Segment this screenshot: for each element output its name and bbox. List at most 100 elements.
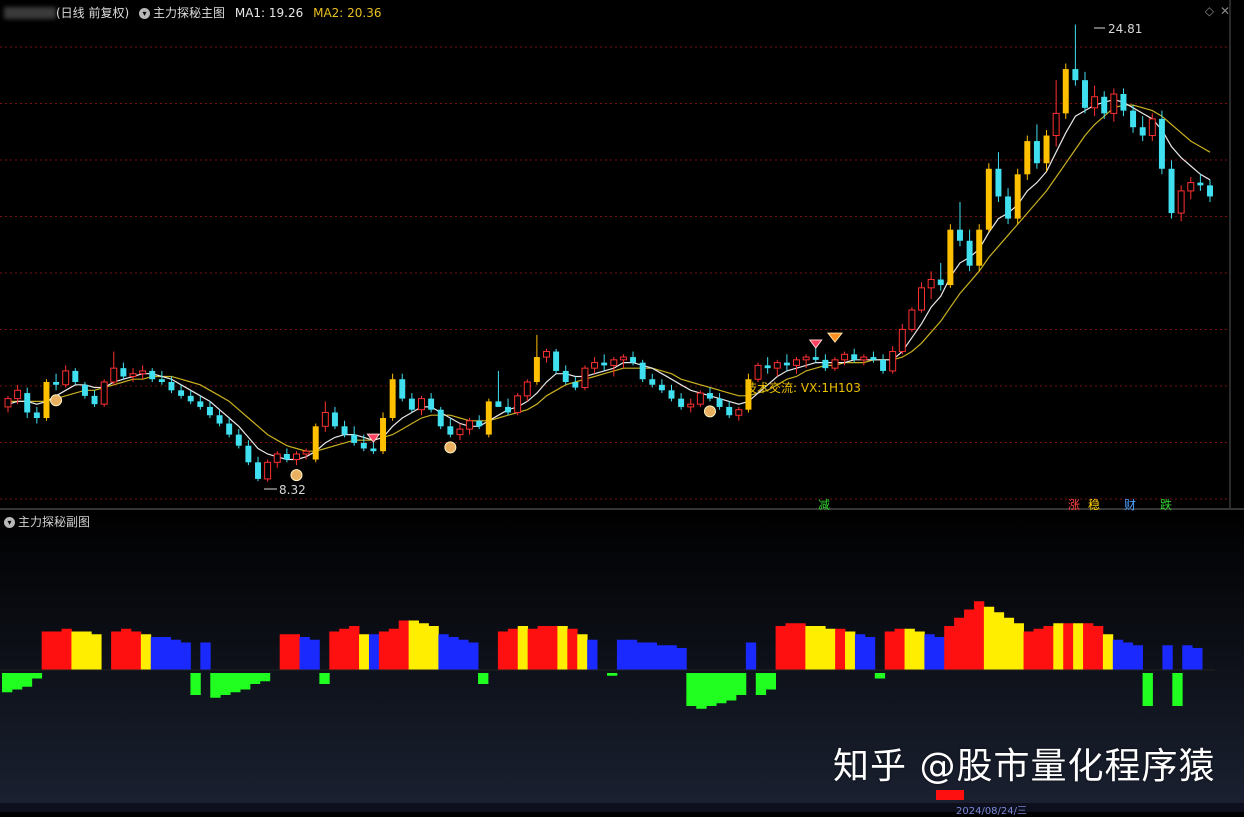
sub-bar bbox=[934, 637, 945, 670]
sub-bar bbox=[845, 631, 856, 670]
candle-body bbox=[216, 415, 223, 424]
sub-bar bbox=[1172, 673, 1183, 706]
candle-body bbox=[619, 356, 627, 361]
chart-canvas[interactable]: 24.81 8.32 技术交流: VX:1H103 bbox=[0, 0, 1244, 812]
sub-bar bbox=[646, 642, 657, 670]
candle-body bbox=[312, 426, 319, 460]
sub-bar bbox=[716, 673, 727, 704]
candle-body bbox=[889, 351, 897, 372]
sub-bar bbox=[656, 645, 667, 670]
sub-bar bbox=[249, 673, 261, 684]
sub-bar bbox=[438, 634, 449, 670]
sub-bar bbox=[160, 637, 172, 670]
candle-body bbox=[898, 328, 906, 353]
sub-bar bbox=[537, 626, 548, 670]
sub-bar bbox=[170, 639, 181, 670]
candle-body bbox=[716, 398, 723, 407]
signal-label-stable: 稳 bbox=[1088, 498, 1101, 512]
candle-body bbox=[341, 426, 348, 435]
sub-chart-title[interactable]: 主力探秘副图 bbox=[18, 515, 90, 529]
sub-bar bbox=[993, 612, 1005, 670]
candle-body bbox=[428, 398, 435, 410]
candle-body bbox=[331, 412, 338, 427]
candle-body bbox=[639, 362, 646, 380]
sub-bar bbox=[884, 631, 896, 670]
sub-bar bbox=[1102, 634, 1114, 670]
candle-body bbox=[1177, 190, 1185, 214]
sub-bar bbox=[517, 626, 529, 670]
candle-body bbox=[533, 357, 540, 382]
ma1-value: MA1: 19.26 bbox=[234, 6, 304, 20]
candle-body bbox=[226, 423, 233, 435]
sub-bar bbox=[626, 639, 638, 670]
sub-bar bbox=[190, 673, 201, 695]
sub-bar bbox=[874, 673, 886, 679]
sub-bar bbox=[904, 628, 915, 670]
candle-body bbox=[485, 401, 492, 435]
sub-bar bbox=[319, 673, 330, 684]
money-bag-icon bbox=[290, 469, 303, 482]
high-price-label: 24.81 bbox=[1108, 22, 1142, 36]
sub-bar bbox=[825, 628, 836, 670]
sub-bar bbox=[745, 642, 757, 670]
candle-body bbox=[380, 418, 387, 452]
candle-body bbox=[1033, 141, 1040, 164]
candle-body bbox=[1082, 80, 1088, 108]
candle-body bbox=[1139, 127, 1146, 136]
sub-bar bbox=[458, 639, 469, 670]
signal-label-rise: 涨 bbox=[1068, 498, 1081, 512]
diamond-icon[interactable]: ◇ bbox=[1205, 4, 1220, 18]
sub-bar bbox=[359, 634, 370, 670]
sub-bar bbox=[676, 648, 687, 670]
candle-body bbox=[802, 356, 810, 361]
sub-bar bbox=[111, 631, 122, 670]
sub-bar bbox=[329, 631, 340, 670]
candle-body bbox=[321, 411, 329, 427]
candle-body bbox=[976, 229, 983, 266]
indicator-name[interactable]: 主力探秘主图 bbox=[153, 6, 225, 20]
sub-bar bbox=[815, 626, 826, 670]
sub-bar bbox=[735, 673, 747, 695]
sub-bar bbox=[180, 642, 191, 670]
candle-body bbox=[870, 357, 877, 360]
ma2-value: MA2: 20.36 bbox=[313, 6, 382, 20]
sub-bar bbox=[696, 673, 707, 709]
candle-body bbox=[1158, 118, 1165, 169]
candle-body bbox=[572, 382, 579, 388]
candle-body bbox=[1120, 94, 1127, 111]
sub-bar bbox=[11, 673, 23, 690]
candle-body bbox=[495, 401, 502, 407]
sub-bar bbox=[924, 634, 935, 670]
candle-body bbox=[72, 370, 79, 382]
close-icon[interactable]: ✕ bbox=[1220, 4, 1236, 18]
candle-body bbox=[91, 395, 98, 405]
dropdown-icon[interactable]: ▾ bbox=[139, 8, 151, 19]
sub-bar bbox=[378, 631, 390, 670]
candle-body bbox=[966, 240, 973, 266]
candle-body bbox=[255, 462, 261, 479]
sub-bar bbox=[468, 642, 479, 670]
candle-body bbox=[1207, 185, 1213, 197]
candle-body bbox=[389, 379, 396, 418]
sub-bar bbox=[973, 601, 985, 670]
sub-bar bbox=[567, 628, 578, 670]
candle-body bbox=[283, 454, 290, 460]
sub-bar bbox=[1033, 628, 1044, 670]
candle-body bbox=[630, 357, 637, 363]
sub-bar bbox=[150, 637, 162, 670]
candle-body bbox=[456, 428, 464, 436]
sub-bar bbox=[835, 628, 846, 670]
sub-bar bbox=[1182, 645, 1193, 670]
dropdown-icon[interactable]: ▾ bbox=[4, 517, 15, 528]
candle-body bbox=[793, 359, 800, 366]
current-date-marker bbox=[936, 790, 964, 800]
sub-bar bbox=[894, 628, 905, 670]
candle-body bbox=[24, 393, 31, 413]
sub-bar bbox=[140, 634, 152, 670]
candle-body bbox=[696, 392, 704, 405]
sub-bar bbox=[71, 631, 82, 670]
candle-body bbox=[447, 426, 454, 435]
sub-bar bbox=[587, 639, 598, 670]
sub-bar bbox=[1053, 623, 1064, 670]
sub-bar bbox=[1112, 639, 1124, 670]
